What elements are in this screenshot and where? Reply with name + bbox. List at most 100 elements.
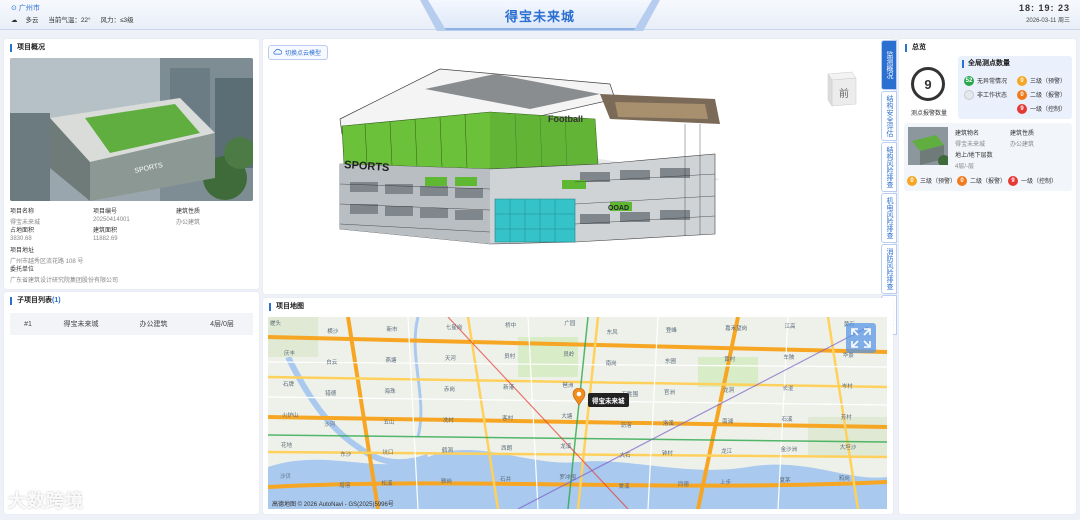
map-place-label: 大坦沙 bbox=[839, 445, 857, 452]
map-place-label: 天河 bbox=[444, 355, 456, 362]
map-place-label: 金沙洲 bbox=[780, 447, 797, 454]
field-code: 项目编号 20250414001 bbox=[93, 209, 130, 223]
status-level1: 9 一级（控制） bbox=[1017, 104, 1066, 115]
map-place-label: 庆丰 bbox=[284, 350, 296, 357]
map-place-label: 鸦岗 bbox=[838, 476, 850, 483]
weather-bar: ☁ 多云 当前气温：22° 风力：≤3级 bbox=[11, 14, 142, 24]
view-cube[interactable]: 前 bbox=[822, 68, 860, 108]
map-place-label: 龙洞 bbox=[723, 387, 735, 394]
switch-pointcloud-button[interactable]: 切换点云模型 bbox=[268, 45, 329, 60]
map-place-label: 南浦 bbox=[722, 418, 734, 425]
top-header: ⊙ 广州市 ☁ 多云 当前气温：22° 风力：≤3级 得宝未来城 18: 19: … bbox=[0, 0, 1080, 31]
view-cube-label: 前 bbox=[839, 87, 849, 100]
map-place-label: 东沙 bbox=[340, 452, 352, 459]
project-photo: SPORTS bbox=[10, 58, 253, 201]
map-place-label: 冼村 bbox=[442, 417, 454, 424]
map-place-label: 五山 bbox=[383, 419, 395, 426]
map-place-label: 嘉禾望岗 bbox=[725, 326, 748, 332]
map-place-label: 松溪 bbox=[381, 481, 393, 488]
status-level2: 0 二级（报警） bbox=[1017, 90, 1066, 101]
tab-mep-risk[interactable]: 机电风险排查 bbox=[881, 193, 897, 243]
map-place-label: 员岭 bbox=[563, 351, 575, 358]
clock: 18: 19: 23 bbox=[1018, 3, 1070, 13]
building-name: 建筑物名 得宝未来城 bbox=[955, 131, 986, 148]
map-place-label: 海珠 bbox=[384, 388, 396, 395]
city-name: 广州市 bbox=[18, 5, 40, 12]
map-place-label: 沙河 bbox=[324, 421, 336, 428]
tab-structural-risk[interactable]: 结构风险排查 bbox=[881, 142, 897, 192]
map-place-label: 黄村 bbox=[724, 356, 736, 363]
row-type: 办公建筑 bbox=[139, 321, 168, 328]
building-level3: 0 三级（预警） bbox=[907, 176, 956, 187]
map-place-label: 东圃 bbox=[664, 358, 676, 365]
panel-title: 项目概况 bbox=[10, 44, 45, 52]
weather-temperature: 当前气温：22° bbox=[48, 17, 91, 24]
map-place-label: 大塘 bbox=[561, 413, 573, 420]
map-place-label: 江高 bbox=[784, 324, 796, 330]
tab-fire-risk[interactable]: 消防风险排查 bbox=[881, 244, 897, 294]
field-type: 建筑性质 办公建筑 bbox=[176, 209, 201, 226]
map-place-label: 桥中 bbox=[505, 323, 517, 329]
map-place-label: 沥滘 bbox=[620, 422, 632, 429]
map-place-label: 罗冲围 bbox=[559, 475, 576, 482]
city-selector[interactable]: ⊙ 广州市 bbox=[11, 3, 40, 13]
map-place-label: 新港 bbox=[503, 384, 515, 391]
panel-title: 总览 bbox=[905, 44, 926, 52]
table-row[interactable]: #1 得宝未来城 办公建筑 4层/0层 bbox=[10, 313, 253, 335]
map-place-label: 石牌 bbox=[283, 381, 295, 388]
alarm-count-ring: 9 bbox=[911, 67, 945, 101]
map-place-label: 花地 bbox=[281, 443, 293, 450]
weather-wind: 风力：≤3级 bbox=[100, 17, 134, 24]
status-normal: 52 无异常情况 bbox=[964, 76, 1008, 87]
map-place-label: 火炉山 bbox=[282, 412, 299, 419]
map-place-label: 岑村 bbox=[841, 383, 853, 390]
map-pin-label: 得宝未来城 bbox=[588, 393, 629, 407]
map-place-label: 同德 bbox=[677, 482, 689, 489]
map-place-label: 棠溪 bbox=[618, 484, 630, 491]
side-tabs: 监测概况 结构安全评估 结构风险排查 机电风险排查 消防风险排查 房屋体检 bbox=[881, 40, 897, 336]
map-place-label: 龙溪 bbox=[560, 444, 572, 451]
map-pin-icon[interactable] bbox=[572, 388, 586, 406]
building-model[interactable]: Football SPORTS OOAD bbox=[330, 64, 730, 274]
map-place-label: 七星岗 bbox=[445, 325, 463, 331]
map-place-label: 官洲 bbox=[663, 389, 675, 396]
map-place-label: 猎德 bbox=[325, 390, 337, 397]
location-icon: ⊙ bbox=[11, 5, 17, 12]
building-floors: 地上/地下层数 4层/-层 bbox=[955, 153, 993, 170]
field-floor-area: 建筑面积 11882.69 bbox=[93, 228, 118, 242]
cloud-icon bbox=[273, 48, 282, 55]
panel-title: 项目地图 bbox=[269, 303, 304, 311]
row-floors: 4层/0层 bbox=[210, 321, 234, 328]
building-level2: 0 二级（报警） bbox=[957, 176, 1006, 187]
football-sign: Football bbox=[548, 114, 583, 124]
tab-structural-safety[interactable]: 结构安全评估 bbox=[881, 91, 897, 141]
project-map[interactable]: 槎头横沙新市七星岗桥中广园东风登峰嘉禾望岗江高黄石庆丰白云燕塘天河员村员岭南岗东… bbox=[268, 317, 887, 509]
map-place-label: 大石 bbox=[619, 453, 631, 460]
field-address: 项目地址 广州市越秀区流花路 108 号 bbox=[10, 248, 84, 265]
map-credit: 高德地图 © 2026 AutoNavi - GS(2025)5996号 bbox=[272, 502, 394, 508]
row-index: #1 bbox=[24, 320, 32, 328]
map-place-label: 夏茅 bbox=[779, 478, 791, 485]
map-place-label: 西朗 bbox=[501, 446, 513, 453]
map-canvas bbox=[268, 317, 887, 509]
map-place-label: 南岗 bbox=[605, 360, 617, 367]
map-place-label: 石井 bbox=[500, 477, 512, 484]
alarm-count-label: 测点报警数量 bbox=[910, 111, 947, 117]
page-title: 得宝未来城 bbox=[504, 9, 575, 24]
map-place-label: 石溪 bbox=[781, 416, 793, 423]
map-place-label: 槎头 bbox=[270, 321, 282, 327]
fullscreen-button[interactable] bbox=[846, 323, 876, 353]
map-place-label: 燕塘 bbox=[385, 357, 397, 364]
expand-icon bbox=[851, 328, 871, 348]
building-type: 建筑性质 办公建筑 bbox=[1010, 131, 1035, 148]
map-place-label: 登峰 bbox=[665, 328, 677, 334]
panel-title: 子项目列表(1) bbox=[10, 297, 61, 305]
map-place-label: 洛溪 bbox=[662, 420, 674, 427]
field-client: 委托单位 广东省建筑设计研究院集团股份有限公司 bbox=[10, 267, 119, 284]
watermark: 大数跨境 bbox=[8, 491, 84, 511]
date: 2026-03-11 周三 bbox=[1026, 18, 1070, 24]
map-place-label: 广园 bbox=[564, 321, 576, 327]
tab-monitoring[interactable]: 监测概况 bbox=[881, 40, 897, 90]
map-place-label: 上步 bbox=[720, 480, 732, 487]
map-place-label: 龙江 bbox=[721, 449, 733, 456]
